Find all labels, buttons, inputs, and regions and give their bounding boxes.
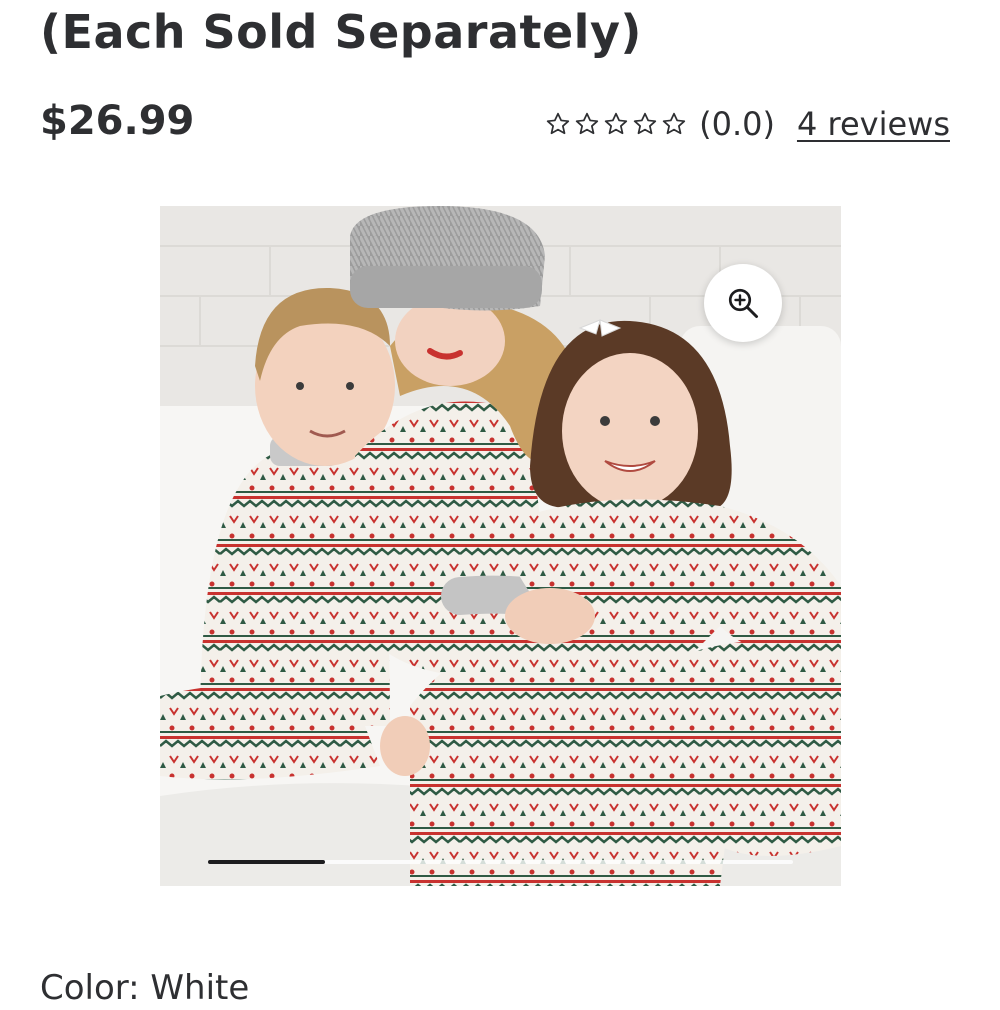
color-selection-label: Color: White bbox=[40, 968, 250, 1008]
zoom-in-icon bbox=[728, 288, 758, 318]
product-title: (Each Sold Separately) bbox=[40, 5, 642, 59]
star-empty-icon bbox=[575, 112, 599, 135]
product-price: $26.99 bbox=[40, 98, 195, 144]
reviews-link[interactable]: 4 reviews bbox=[797, 105, 950, 143]
star-empty-icon bbox=[662, 112, 686, 135]
star-empty-icon bbox=[604, 112, 628, 135]
carousel-progress-track[interactable] bbox=[208, 860, 793, 864]
rating-stars bbox=[545, 111, 687, 137]
star-empty-icon bbox=[546, 112, 570, 135]
rating-value: (0.0) bbox=[699, 105, 775, 143]
star-empty-icon bbox=[633, 112, 657, 135]
zoom-button[interactable] bbox=[704, 264, 782, 342]
product-rating: (0.0) 4 reviews bbox=[545, 104, 950, 144]
product-image-carousel[interactable] bbox=[160, 206, 841, 886]
carousel-progress-indicator bbox=[208, 860, 325, 864]
